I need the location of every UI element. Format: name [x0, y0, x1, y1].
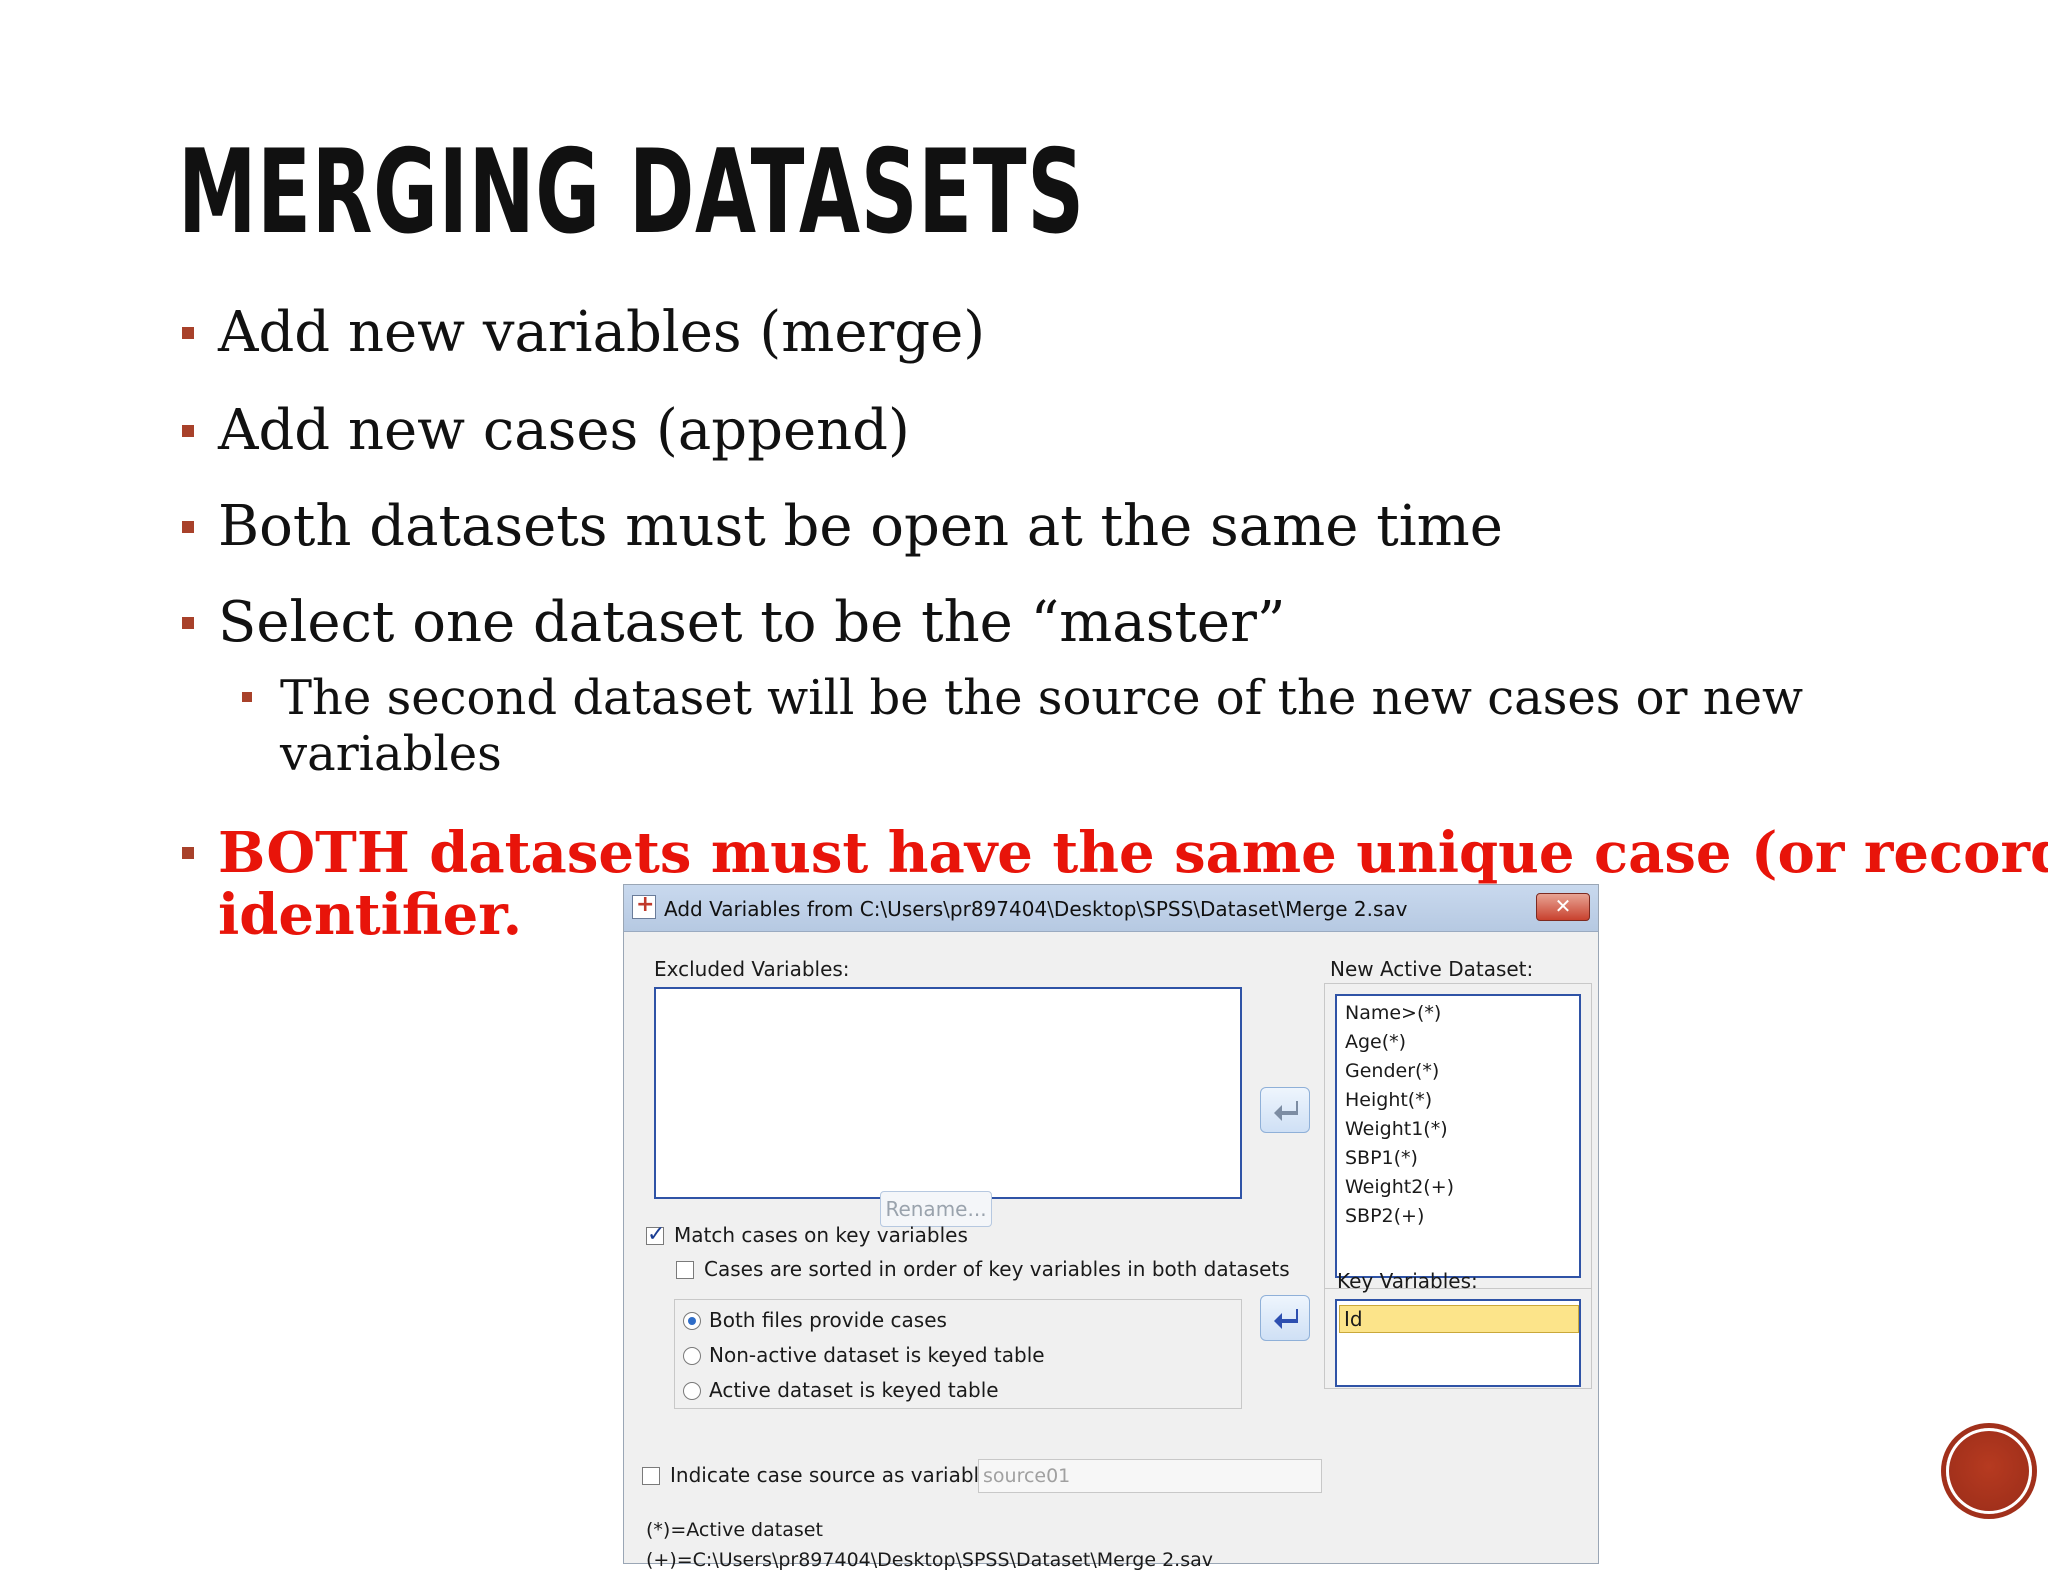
- move-left-arrow-icon: [1274, 1101, 1298, 1121]
- list-item[interactable]: SBP2(+): [1345, 1205, 1424, 1227]
- radio-active-keyed-label: Active dataset is keyed table: [709, 1378, 999, 1402]
- bullet-add-variables: Add new variables (merge): [181, 300, 986, 365]
- bullet-add-cases: Add new cases (append): [182, 398, 910, 463]
- radio-non-active-keyed-label: Non-active dataset is keyed table: [709, 1343, 1045, 1367]
- sub-bullet-continuation-text: variables: [280, 726, 502, 782]
- radio-both-files[interactable]: [683, 1312, 701, 1330]
- rename-button[interactable]: Rename...: [880, 1191, 992, 1227]
- indicate-source-label: Indicate case source as variable:: [670, 1463, 999, 1487]
- radio-active-keyed[interactable]: [683, 1382, 701, 1400]
- slide-nav-icon[interactable]: [1946, 1428, 2032, 1514]
- list-item[interactable]: Height(*): [1345, 1089, 1432, 1111]
- indicate-source-checkbox[interactable]: [642, 1467, 660, 1485]
- keyed-options-group: Both files provide cases Non-active data…: [674, 1299, 1242, 1409]
- new-active-group: Name>(*) Age(*) Gender(*) Height(*) Weig…: [1324, 983, 1592, 1289]
- bullet-unique-identifier-continued: identifier.: [218, 882, 523, 948]
- radio-non-active-keyed[interactable]: [683, 1347, 701, 1365]
- bullet-both-open: Both datasets must be open at the same t…: [182, 494, 1503, 559]
- legend-other: (+)=C:\Users\pr897404\Desktop\SPSS\Datas…: [646, 1549, 1214, 1571]
- source-variable-input[interactable]: source01: [978, 1459, 1322, 1493]
- move-to-key-button[interactable]: [1260, 1295, 1310, 1341]
- key-variables-label: Key Variables:: [1337, 1269, 1478, 1293]
- list-item[interactable]: Weight1(*): [1345, 1118, 1448, 1140]
- bullet-unique-identifier: BOTH datasets must have the same unique …: [182, 820, 2048, 886]
- close-button[interactable]: ✕: [1536, 893, 1590, 921]
- move-to-excluded-button[interactable]: [1260, 1087, 1310, 1133]
- list-item[interactable]: Weight2(+): [1345, 1176, 1454, 1198]
- match-cases-checkbox[interactable]: [646, 1222, 665, 1247]
- spss-dialog-icon: [632, 892, 656, 919]
- cases-sorted-checkbox[interactable]: [676, 1261, 694, 1279]
- list-item[interactable]: Age(*): [1345, 1031, 1406, 1053]
- list-item[interactable]: Gender(*): [1345, 1060, 1439, 1082]
- key-variables-list[interactable]: Id: [1335, 1299, 1581, 1387]
- key-variable-item[interactable]: Id: [1339, 1305, 1579, 1333]
- legend-active: (*)=Active dataset: [646, 1519, 823, 1541]
- match-cases-label: Match cases on key variables: [674, 1223, 968, 1247]
- dialog-titlebar[interactable]: Add Variables from C:\Users\pr897404\Des…: [624, 885, 1598, 932]
- dialog-title: Add Variables from C:\Users\pr897404\Des…: [664, 897, 1408, 921]
- add-variables-dialog: Add Variables from C:\Users\pr897404\Des…: [623, 884, 1599, 1571]
- sub-bullet-second-dataset: The second dataset will be the source of…: [241, 670, 1804, 726]
- key-variables-group: Key Variables: Id: [1324, 1263, 1592, 1389]
- excluded-variables-list[interactable]: [654, 987, 1242, 1199]
- cases-sorted-label: Cases are sorted in order of key variabl…: [704, 1257, 1290, 1281]
- bullet-select-master: Select one dataset to be the “master”: [181, 590, 1286, 655]
- new-active-dataset-label: New Active Dataset:: [1330, 957, 1534, 981]
- sub-bullet-continuation: variables: [280, 726, 502, 782]
- list-item[interactable]: Name>(*): [1345, 1002, 1441, 1024]
- list-item[interactable]: SBP1(*): [1345, 1147, 1418, 1169]
- radio-both-files-label: Both files provide cases: [709, 1308, 947, 1332]
- move-right-arrow-icon: [1274, 1309, 1298, 1329]
- slide-title: MERGING DATASETS: [178, 125, 1085, 260]
- new-active-dataset-list[interactable]: Name>(*) Age(*) Gender(*) Height(*) Weig…: [1335, 994, 1581, 1278]
- excluded-variables-label: Excluded Variables:: [654, 957, 850, 981]
